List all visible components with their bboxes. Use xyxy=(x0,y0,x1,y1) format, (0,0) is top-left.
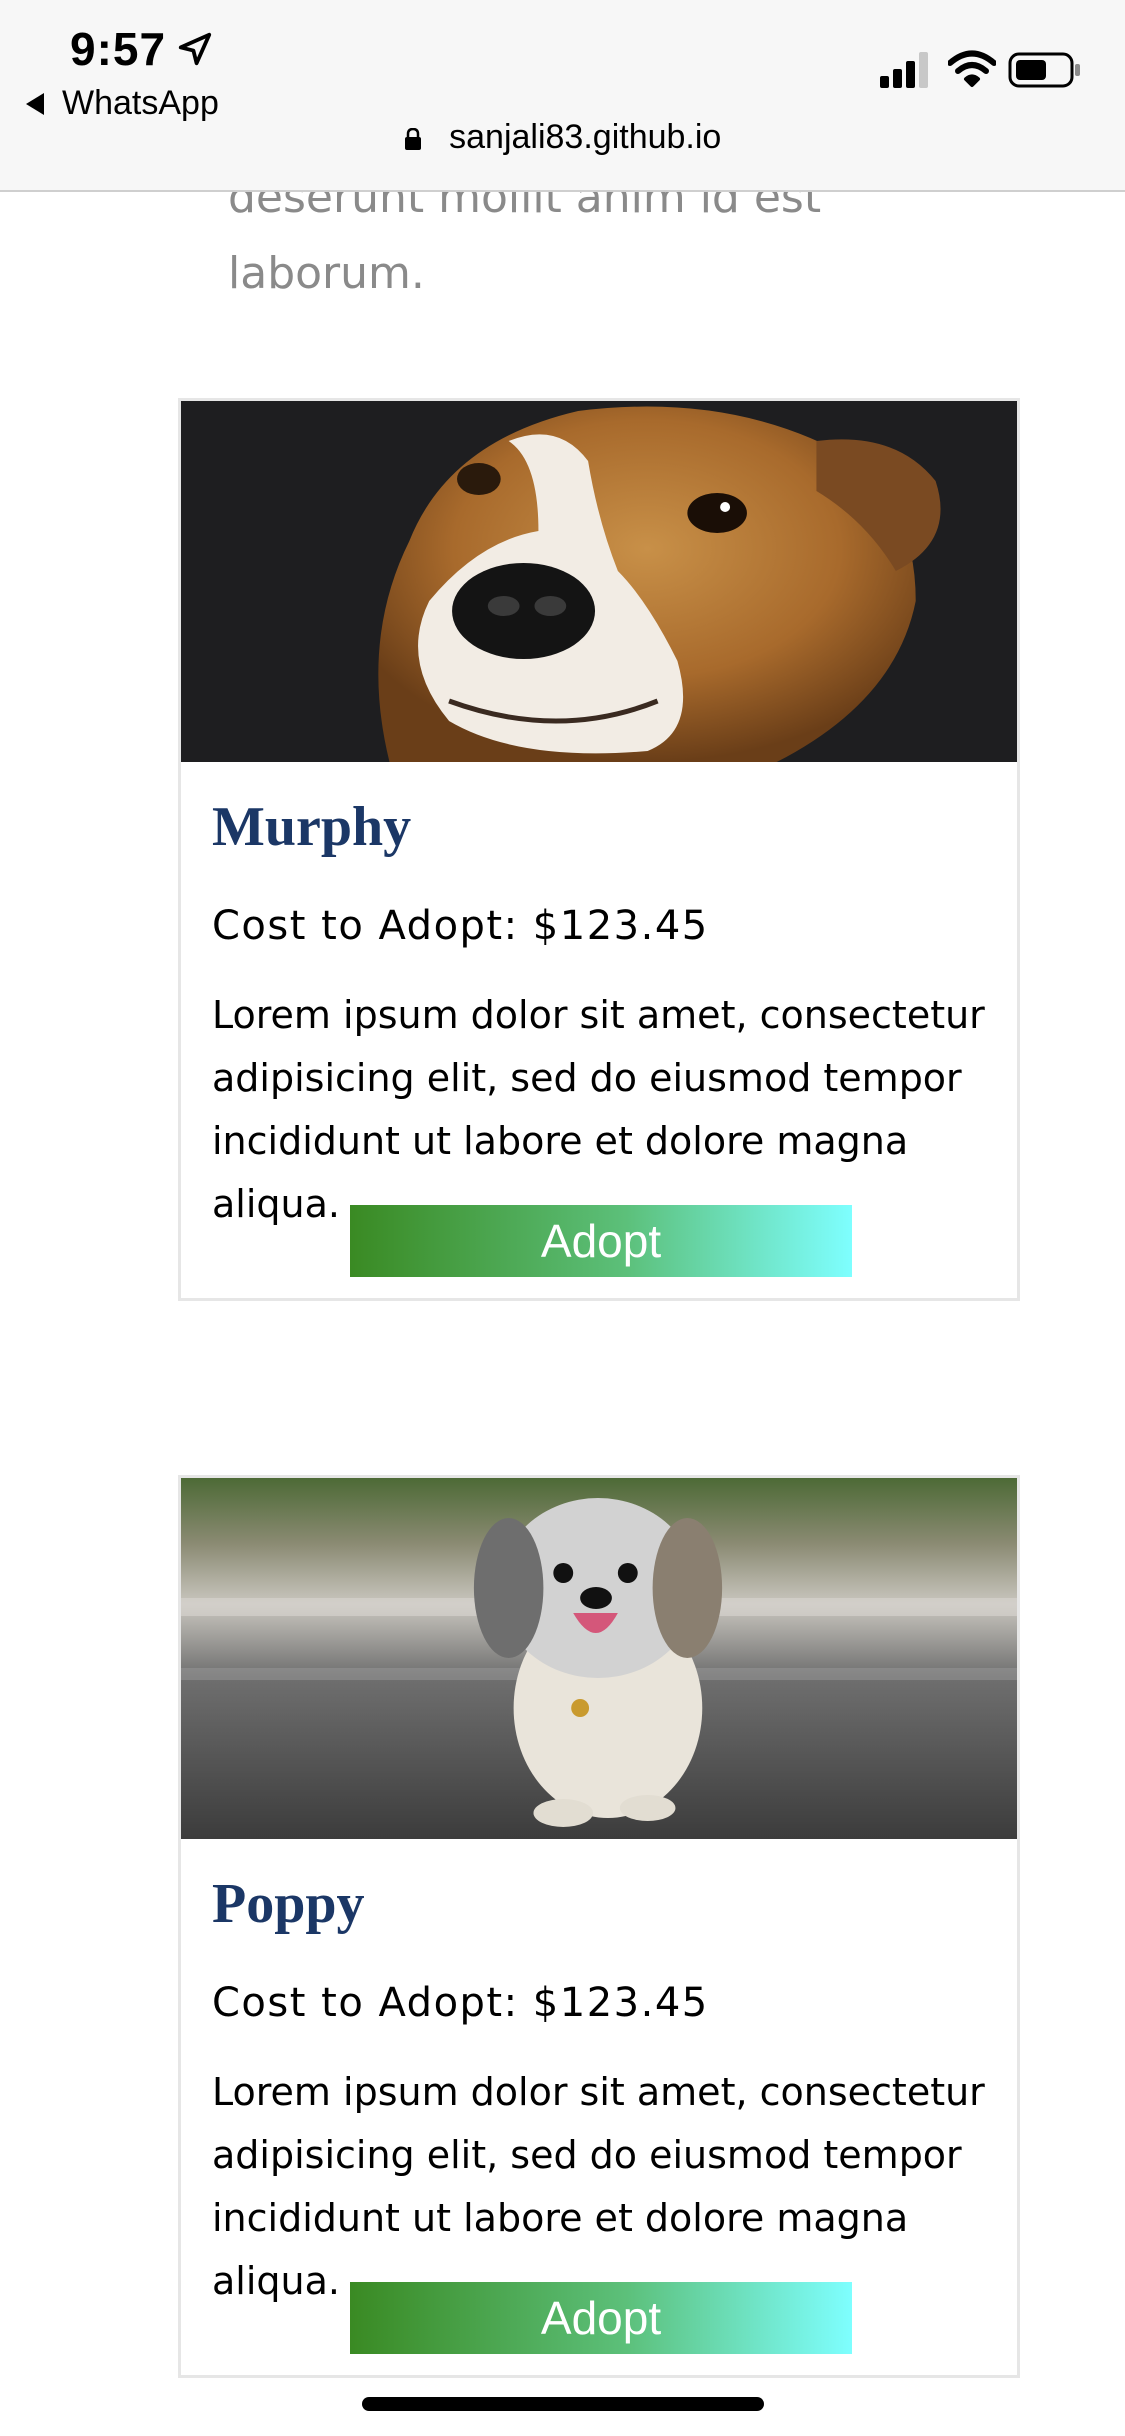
lock-icon xyxy=(404,128,421,150)
pet-description: Lorem ipsum dolor sit amet, consectetur … xyxy=(212,993,985,1226)
pet-card: Murphy Cost to Adopt: $123.45 Lorem ipsu… xyxy=(178,398,1020,1301)
pet-card: Poppy Cost to Adopt: $123.45 Lorem ipsum… xyxy=(178,1475,1020,2378)
pet-photo-murphy xyxy=(181,401,1017,762)
signal-icon xyxy=(880,52,928,88)
adopt-button[interactable]: Adopt xyxy=(350,1205,852,1277)
battery-icon xyxy=(1008,52,1080,88)
pet-cost: Cost to Adopt: $123.45 xyxy=(212,1980,709,2026)
pet-name: Murphy xyxy=(212,796,412,858)
pet-name: Poppy xyxy=(212,1873,365,1935)
status-time: 9:57 xyxy=(70,23,167,75)
pet-cost: Cost to Adopt: $123.45 xyxy=(212,903,709,949)
pet-description: Lorem ipsum dolor sit amet, consectetur … xyxy=(212,2070,985,2303)
url-text: sanjali83.github.io xyxy=(449,118,722,156)
home-indicator[interactable] xyxy=(362,2397,764,2411)
location-arrow-icon xyxy=(178,32,212,66)
adopt-button[interactable]: Adopt xyxy=(350,2282,852,2354)
back-triangle-icon xyxy=(26,92,44,115)
wifi-icon xyxy=(948,50,996,87)
address-bar[interactable]: sanjali83.github.io xyxy=(0,118,1125,157)
browser-chrome: 9:57 WhatsApp sanjali83.github.io xyxy=(0,0,1125,192)
pet-photo-poppy xyxy=(181,1478,1017,1839)
